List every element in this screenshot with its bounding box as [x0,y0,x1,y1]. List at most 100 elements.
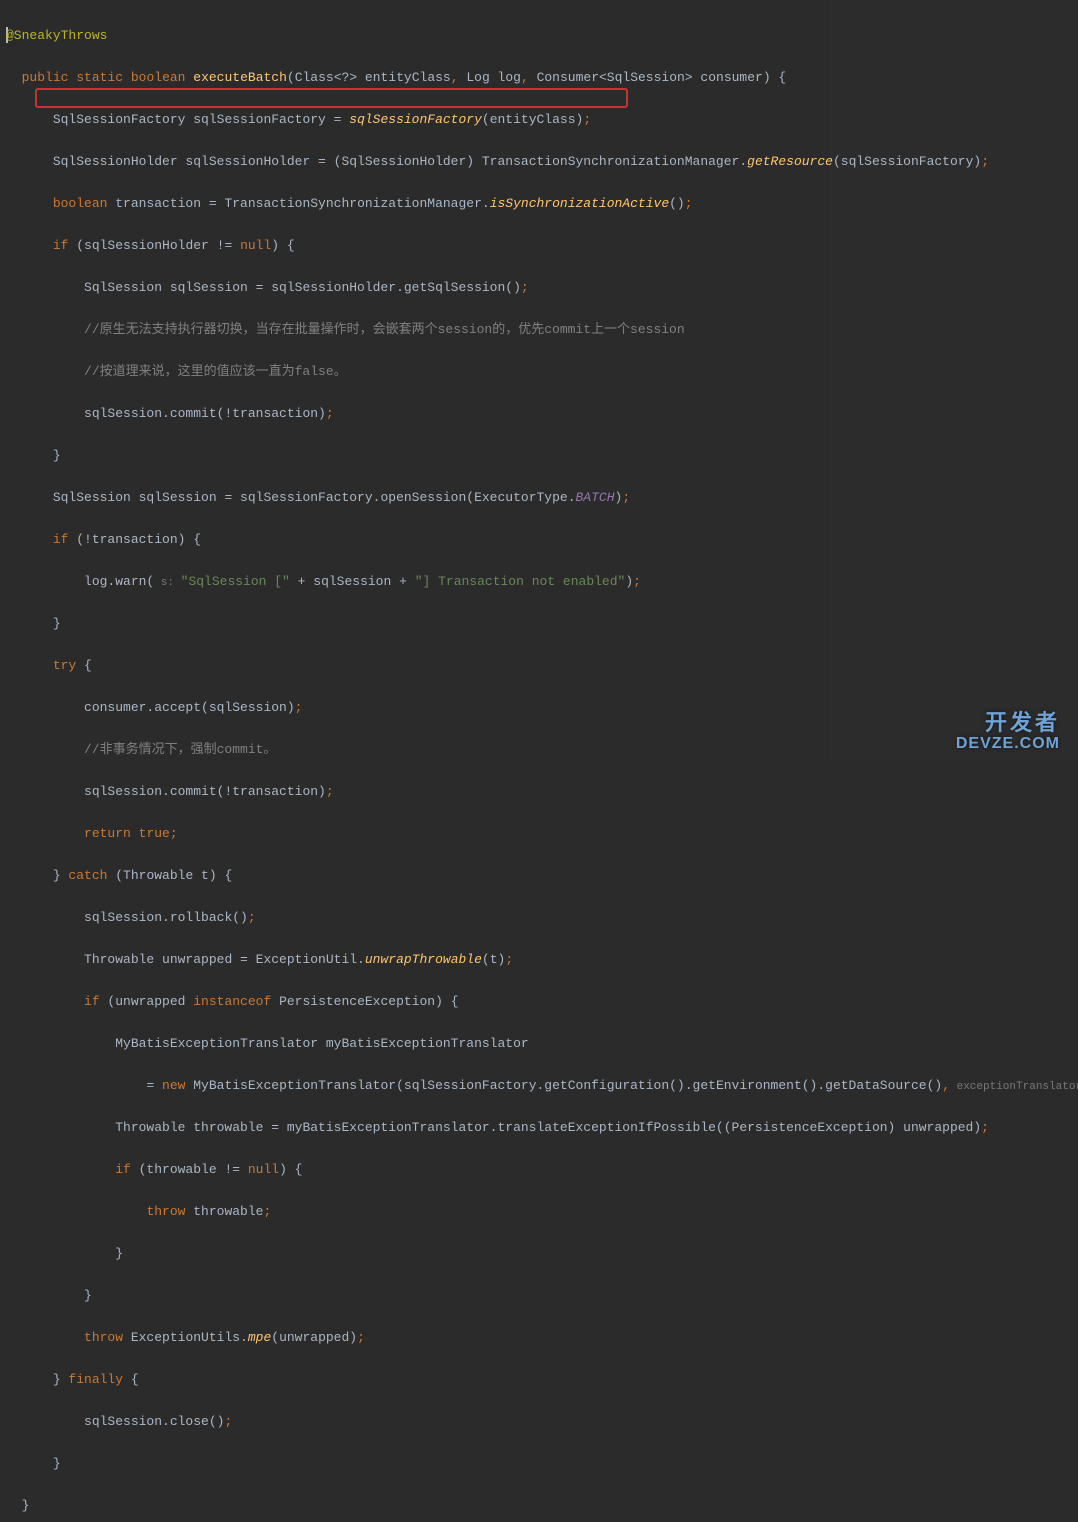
semicolon: ; [326,406,334,421]
code-line[interactable]: if (throwable != null) { [6,1159,1078,1180]
semicolon: ; [622,490,630,505]
code-line[interactable]: //非事务情况下，强制commit。 [6,739,1078,760]
code-text: (entityClass) [482,112,583,127]
code-text: MyBatisExceptionTranslator myBatisExcept… [115,1036,528,1051]
keyword: public [22,70,69,85]
keyword: instanceof [193,994,271,1009]
static-call: mpe [248,1330,271,1345]
code-line[interactable]: SqlSessionFactory sqlSessionFactory = sq… [6,109,1078,130]
code-text: + sqlSession + [290,574,415,589]
keyword: finally [68,1372,123,1387]
code-line[interactable]: sqlSession.rollback(); [6,907,1078,928]
code-line[interactable]: SqlSessionHolder sqlSessionHolder = (Sql… [6,151,1078,172]
code-text: { [123,1372,139,1387]
keyword: throw [84,1330,123,1345]
code-line[interactable]: //原生无法支持执行器切换，当存在批量操作时，会嵌套两个session的，优先c… [6,319,1078,340]
code-line[interactable]: } finally { [6,1369,1078,1390]
code-line[interactable]: } [6,1453,1078,1474]
code-text: (sqlSessionHolder != [68,238,240,253]
code-line[interactable]: SqlSession sqlSession = sqlSessionHolder… [6,277,1078,298]
semicolon: ; [981,1120,989,1135]
semicolon: ; [170,826,178,841]
code-text: SqlSession sqlSession = sqlSessionHolder… [84,280,521,295]
semicolon: ; [521,280,529,295]
code-line[interactable]: if (!transaction) { [6,529,1078,550]
code-text: MyBatisExceptionTranslator(sqlSessionFac… [185,1078,942,1093]
code-line[interactable]: } [6,1243,1078,1264]
semicolon: ; [224,1414,232,1429]
brace: } [53,448,61,463]
comma: , [521,70,529,85]
code-line[interactable]: } catch (Throwable t) { [6,865,1078,886]
string: "] Transaction not enabled" [415,574,626,589]
code-text: SqlSessionFactory sqlSessionFactory = [53,112,349,127]
code-line[interactable]: //按道理来说，这里的值应该一直为false。 [6,361,1078,382]
code-line[interactable]: } [6,445,1078,466]
code-line[interactable]: public static boolean executeBatch(Class… [6,67,1078,88]
code-editor[interactable]: @SneakyThrows public static boolean exec… [0,0,1078,1522]
code-line[interactable]: Throwable unwrapped = ExceptionUtil.unwr… [6,949,1078,970]
code-line[interactable]: throw throwable; [6,1201,1078,1222]
code-text: { [76,658,92,673]
keyword: boolean [53,196,108,211]
params: Consumer<SqlSession> consumer) { [529,70,786,85]
static-call: unwrapThrowable [365,952,482,967]
comment: //按道理来说，这里的值应该一直为false。 [84,364,347,379]
keyword: static [76,70,123,85]
annotation: @SneakyThrows [6,28,107,43]
code-line[interactable]: } [6,1285,1078,1306]
code-text: SqlSessionHolder sqlSessionHolder = (Sql… [53,154,747,169]
code-line[interactable]: } [6,1495,1078,1516]
code-line[interactable]: throw ExceptionUtils.mpe(unwrapped); [6,1327,1078,1348]
semicolon: ; [326,784,334,799]
code-line[interactable]: if (sqlSessionHolder != null) { [6,235,1078,256]
code-text: (sqlSessionFactory) [833,154,981,169]
keyword: new [162,1078,185,1093]
code-text: (throwable != [131,1162,248,1177]
code-text: () [669,196,685,211]
code-text: PersistenceException) { [271,994,458,1009]
code-line[interactable]: SqlSession sqlSession = sqlSessionFactor… [6,487,1078,508]
code-line[interactable]: boolean transaction = TransactionSynchro… [6,193,1078,214]
code-text: ) { [271,238,294,253]
code-text: sqlSession.close() [84,1414,224,1429]
code-line[interactable]: Throwable throwable = myBatisExceptionTr… [6,1117,1078,1138]
keyword: catch [68,868,107,883]
code-line[interactable]: consumer.accept(sqlSession); [6,697,1078,718]
code-text: ExceptionUtils. [123,1330,248,1345]
code-line[interactable]: sqlSession.commit(!transaction); [6,781,1078,802]
code-text: log.warn( [84,574,154,589]
semicolon: ; [295,700,303,715]
code-line[interactable]: return true; [6,823,1078,844]
keyword: return [84,826,131,841]
code-text: sqlSession.commit(!transaction) [84,784,326,799]
code-line[interactable]: MyBatisExceptionTranslator myBatisExcept… [6,1033,1078,1054]
code-text: Throwable throwable = myBatisExceptionTr… [115,1120,981,1135]
comment: //非事务情况下，强制commit。 [84,742,276,757]
brace: } [22,1498,30,1513]
comma: , [451,70,459,85]
semicolon: ; [633,574,641,589]
code-line[interactable]: try { [6,655,1078,676]
keyword: true [139,826,170,841]
code-line[interactable]: } [6,613,1078,634]
code-line[interactable]: sqlSession.commit(!transaction); [6,403,1078,424]
semicolon: ; [583,112,591,127]
semicolon: ; [357,1330,365,1345]
brace: } [53,1456,61,1471]
code-line[interactable]: = new MyBatisExceptionTranslator(sqlSess… [6,1075,1078,1096]
code-line[interactable]: log.warn( s: "SqlSession [" + sqlSession… [6,571,1078,592]
code-text: sqlSession.rollback() [84,910,248,925]
code-text: SqlSession sqlSession = sqlSessionFactor… [53,490,576,505]
semicolon: ; [263,1204,271,1219]
enum-constant: BATCH [576,490,615,505]
code-line[interactable]: @SneakyThrows [6,25,1078,46]
code-text: (unwrapped [100,994,194,1009]
keyword: null [248,1162,279,1177]
static-call: isSynchronizationActive [490,196,669,211]
code-text: consumer.accept(sqlSession) [84,700,295,715]
code-line[interactable]: if (unwrapped instanceof PersistenceExce… [6,991,1078,1012]
keyword: if [115,1162,131,1177]
code-line[interactable]: sqlSession.close(); [6,1411,1078,1432]
param-hint: exceptionTranslatorLazyInit: [950,1081,1078,1093]
